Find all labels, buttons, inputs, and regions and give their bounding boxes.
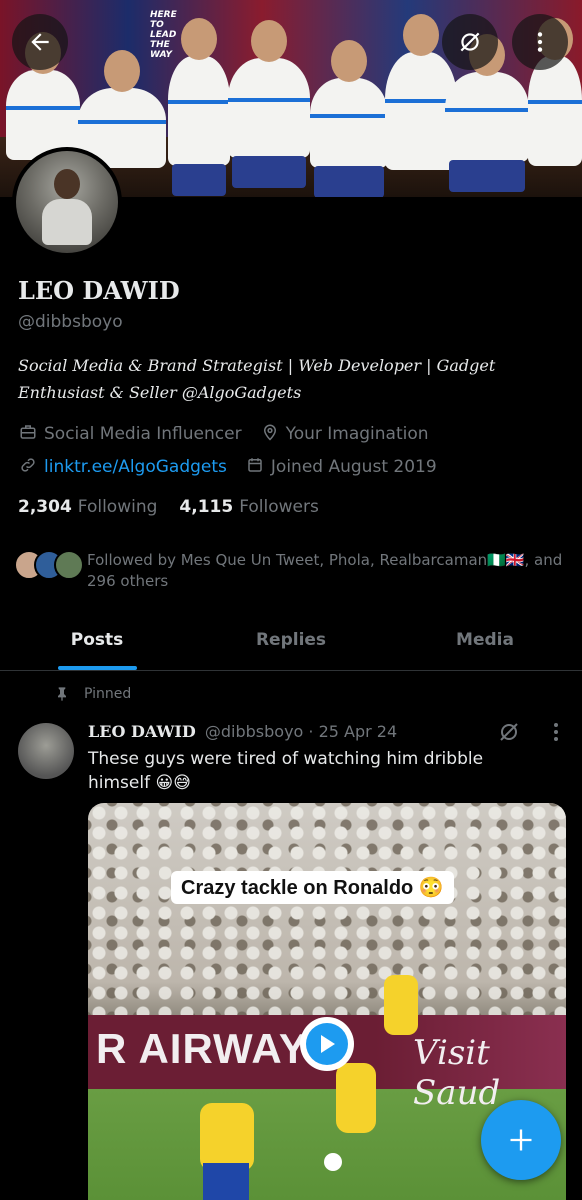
video-caption: Crazy tackle on Ronaldo 😳 (171, 871, 454, 904)
grok-button[interactable] (442, 14, 498, 70)
more-vertical-icon (554, 723, 558, 741)
more-options-button[interactable] (512, 14, 568, 70)
tab-media[interactable]: Media (388, 615, 582, 670)
more-vertical-icon (537, 32, 543, 52)
profile-tabs: Posts Replies Media (0, 615, 582, 671)
compose-post-button[interactable] (481, 1100, 561, 1180)
video-player-figure (336, 1063, 376, 1133)
banner-player (445, 34, 529, 192)
followers-label: Followers (239, 497, 319, 517)
tab-media-label: Media (456, 630, 514, 650)
tab-replies-label: Replies (255, 630, 327, 650)
tab-posts[interactable]: Posts (0, 615, 194, 670)
banner-player (310, 40, 388, 197)
back-arrow-icon (31, 33, 49, 51)
profile-bio: Social Media & Brand Strategist | Web De… (18, 356, 496, 402)
profile-category: Social Media Influencer (44, 424, 242, 444)
video-player-figure (200, 1103, 254, 1171)
ad-board-text: Visit Saud (413, 1033, 501, 1113)
followers-count: 4,115 (179, 497, 234, 517)
profile-meta-row-1: Social Media Influencer Your Imagination (18, 423, 429, 445)
back-button[interactable] (12, 14, 68, 70)
play-icon (321, 1035, 335, 1053)
tab-replies[interactable]: Replies (194, 615, 388, 670)
pin-icon (58, 687, 66, 701)
profile-joined: Joined August 2019 (270, 457, 437, 477)
video-player-figure (384, 975, 418, 1035)
grok-icon (500, 723, 518, 741)
follower-avatar (54, 550, 84, 580)
tweet-author-handle[interactable]: @dibbsboyo (205, 722, 303, 741)
calendar-icon (245, 456, 265, 478)
tweet-grok-button[interactable] (497, 720, 521, 749)
grok-icon (460, 32, 480, 52)
profile-location: Your Imagination (285, 424, 429, 444)
briefcase-icon (18, 423, 38, 445)
banner-player (228, 20, 310, 188)
video-crowd (88, 803, 566, 1023)
banner-player (168, 18, 230, 196)
play-button[interactable] (300, 1017, 354, 1071)
tweet-date[interactable]: · 25 Apr 24 (308, 722, 397, 741)
tab-posts-label: Posts (70, 630, 124, 650)
following-count: 2,304 (18, 497, 72, 517)
ball (324, 1153, 342, 1171)
profile-avatar[interactable] (12, 147, 122, 257)
plus-icon (510, 1129, 532, 1151)
video-player-shorts (203, 1163, 249, 1200)
follow-counts: 2,304 Following 4,115 Followers (18, 497, 319, 517)
profile-name: LEO DAWID (18, 276, 180, 305)
pinned-indicator: Pinned (54, 686, 131, 702)
tweet-header: LEO DAWID @dibbsboyo · 25 Apr 24 (88, 722, 397, 741)
location-pin-icon (260, 423, 280, 445)
following-label: Following (77, 497, 158, 517)
followed-by-avatars[interactable] (14, 550, 84, 580)
profile-meta-row-2: linktr.ee/AlgoGadgets Joined August 2019 (18, 456, 437, 478)
followed-by-text[interactable]: Followed by Mes Que Un Tweet, Phola, Rea… (87, 550, 567, 592)
pinned-label: Pinned (84, 686, 132, 702)
banner-player (528, 18, 582, 166)
tweet-text: These guys were tired of watching him dr… (88, 749, 484, 793)
following-link[interactable]: 2,304 Following (18, 497, 157, 517)
profile-website-link[interactable]: linktr.ee/AlgoGadgets (44, 457, 227, 477)
active-tab-indicator (58, 666, 137, 670)
tweet-author-name[interactable]: LEO DAWID (88, 722, 196, 741)
tweet-author-avatar[interactable] (18, 723, 74, 779)
link-icon (18, 456, 38, 478)
followers-link[interactable]: 4,115 Followers (179, 497, 318, 517)
tweet-more-button[interactable] (548, 720, 564, 749)
profile-handle: @dibbsboyo (18, 312, 123, 332)
